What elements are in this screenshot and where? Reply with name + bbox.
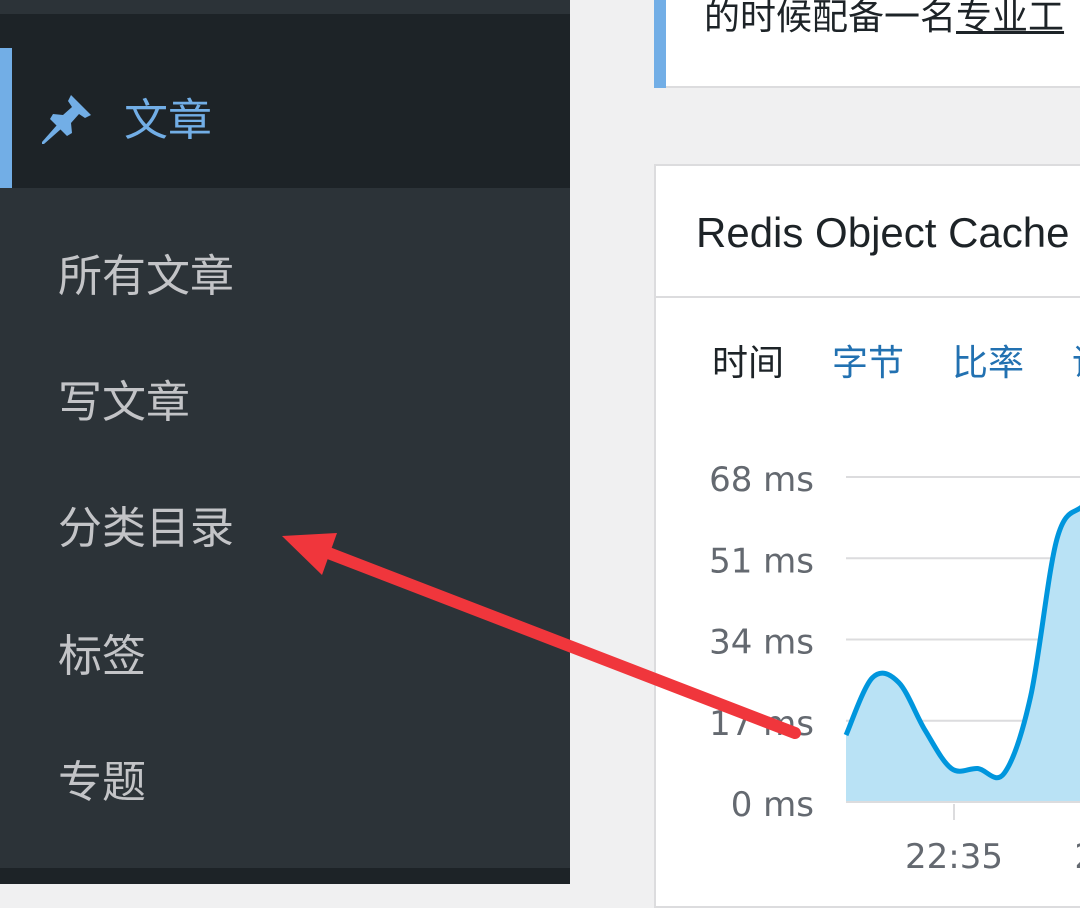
posts-submenu: 所有文章 写文章 分类目录 标签 专题 [0,188,570,868]
submenu-item-tags[interactable]: 标签 [58,632,146,682]
menu-item-posts-label: 文章 [124,95,212,146]
notice-body: 的时候配备一名 [704,0,957,38]
notice-link[interactable]: 专业工 [956,0,1064,38]
current-menu-indicator [0,48,12,188]
y-tick-label: 0 ms [731,785,814,825]
y-tick-label: 17 ms [709,704,814,744]
submenu-item-topics[interactable]: 专题 [58,758,146,808]
submenu-item-new-post[interactable]: 写文章 [58,378,190,428]
pin-icon [42,95,91,144]
sidebar-bottom-strip [0,868,570,884]
submenu-item-categories[interactable]: 分类目录 [58,504,234,554]
admin-sidebar: 文章 所有文章 写文章 分类目录 标签 专题 [0,0,570,884]
menu-item-posts[interactable]: 文章 [0,48,570,188]
submenu-item-all-posts[interactable]: 所有文章 [58,252,234,302]
notice-text: 的时候配备一名专业工 [704,0,1064,40]
y-tick-label: 34 ms [709,623,814,663]
x-tick-label: 22:35 [905,837,1003,877]
series-area [846,508,1080,802]
y-tick-label: 51 ms [709,541,814,581]
notice-accent-bar [654,0,666,88]
y-tick-label: 68 ms [709,460,814,500]
admin-notice: 的时候配备一名专业工 [654,0,1080,88]
x-tick-label: 22 [1074,837,1080,877]
redis-object-cache-widget: Redis Object Cache 时间 字节 比率 调 68 ms51 ms… [654,164,1080,908]
sidebar-top-strip [0,0,570,14]
response-time-chart: 68 ms 51 ms 34 ms 17 ms 0 ms 22:35 22 [709,460,1080,877]
